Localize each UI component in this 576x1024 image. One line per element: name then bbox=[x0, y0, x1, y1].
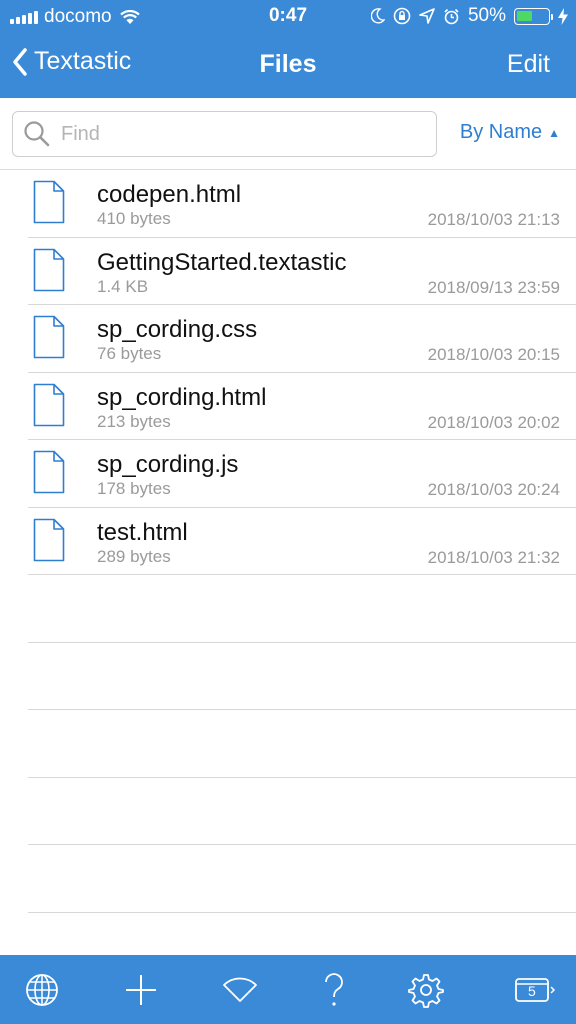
bottom-toolbar: 5 bbox=[0, 955, 576, 1024]
file-size: 178 bytes bbox=[97, 479, 171, 498]
search-icon bbox=[24, 121, 50, 147]
empty-row bbox=[28, 575, 576, 643]
file-list: codepen.html 410 bytes 2018/10/03 21:13 Get… bbox=[0, 170, 576, 575]
alarm-icon bbox=[444, 8, 459, 24]
file-name: sp_cording.html bbox=[97, 383, 267, 411]
empty-row bbox=[28, 710, 576, 778]
sort-direction-icon: ▲ bbox=[548, 125, 560, 140]
file-icon bbox=[33, 518, 65, 567]
search-box[interactable] bbox=[12, 111, 437, 157]
file-date: 2018/10/03 20:24 bbox=[427, 480, 560, 499]
moon-icon bbox=[370, 8, 385, 24]
empty-rows bbox=[0, 575, 576, 913]
location-icon bbox=[419, 8, 435, 24]
search-row: By Name ▲ bbox=[0, 98, 576, 170]
top-bar: docomo 0:47 50% Textastic Files Edit bbox=[0, 0, 576, 98]
file-row[interactable]: GettingStarted.textastic 1.4 KB 2018/09/13… bbox=[0, 238, 576, 305]
rotation-lock-icon bbox=[393, 7, 411, 25]
file-icon bbox=[33, 180, 65, 229]
file-row[interactable]: codepen.html 410 bytes 2018/10/03 21:13 bbox=[0, 170, 576, 238]
battery-percent: 50% bbox=[467, 5, 506, 26]
file-date: 2018/10/03 20:02 bbox=[427, 412, 560, 432]
file-name: test.html bbox=[97, 518, 188, 546]
file-size: 76 bytes bbox=[97, 344, 162, 363]
file-name: codepen.html bbox=[97, 181, 242, 208]
plus-icon bbox=[126, 974, 156, 1005]
globe-icon bbox=[26, 973, 58, 1006]
file-icon bbox=[33, 315, 65, 364]
tabs-count: 5 bbox=[528, 983, 536, 999]
file-date: 2018/10/03 20:15 bbox=[427, 345, 560, 364]
file-date: 2018/10/03 21:32 bbox=[427, 547, 560, 567]
file-size: 213 bytes bbox=[97, 411, 171, 431]
status-bar: docomo 0:47 50% bbox=[0, 0, 576, 32]
file-row[interactable]: sp_cording.css 76 bytes 2018/10/03 20:15 bbox=[0, 305, 576, 373]
status-right: 50% bbox=[370, 5, 568, 27]
sort-button[interactable]: By Name ▲ bbox=[460, 121, 560, 144]
file-icon bbox=[33, 248, 65, 297]
file-row[interactable]: sp_cording.js 178 bytes 2018/10/03 20:24 bbox=[0, 440, 576, 508]
file-icon bbox=[33, 450, 65, 499]
help-button[interactable] bbox=[304, 955, 364, 1024]
wifi-icon bbox=[223, 977, 257, 1002]
file-name: sp_cording.js bbox=[97, 451, 239, 478]
empty-row bbox=[28, 643, 576, 710]
charging-icon bbox=[558, 7, 568, 25]
file-date: 2018/09/13 23:59 bbox=[427, 277, 560, 297]
tabs-button[interactable]: 5 bbox=[502, 955, 562, 1024]
empty-row bbox=[28, 845, 576, 913]
page-title: Files bbox=[259, 50, 317, 78]
empty-row bbox=[28, 778, 576, 845]
battery-icon bbox=[514, 7, 553, 25]
gear-icon bbox=[408, 973, 444, 1008]
file-date: 2018/10/03 21:13 bbox=[427, 210, 560, 229]
wifi-transfer-button[interactable] bbox=[210, 955, 270, 1024]
sort-label: By Name bbox=[459, 121, 543, 143]
file-name: GettingStarted.textastic bbox=[97, 248, 347, 276]
nav-bar: Textastic Files Edit bbox=[0, 32, 576, 98]
file-icon bbox=[33, 383, 65, 432]
file-row[interactable]: sp_cording.html 213 bytes 2018/10/03 20:02 bbox=[0, 373, 576, 440]
globe-button[interactable] bbox=[12, 955, 72, 1024]
search-input[interactable] bbox=[61, 122, 401, 146]
app-screen: docomo 0:47 50% Textastic Files Edit Fin… bbox=[0, 0, 576, 1024]
settings-button[interactable] bbox=[396, 955, 456, 1024]
file-size: 410 bytes bbox=[97, 209, 171, 228]
file-name: sp_cording.css bbox=[97, 316, 258, 343]
file-size: 289 bytes bbox=[97, 546, 171, 566]
file-row[interactable]: test.html 289 bytes 2018/10/03 21:32 bbox=[0, 508, 576, 575]
help-icon bbox=[325, 972, 343, 1006]
add-button[interactable] bbox=[111, 955, 171, 1024]
file-size: 1.4 KB bbox=[97, 276, 149, 296]
edit-button[interactable]: Edit bbox=[507, 50, 550, 79]
